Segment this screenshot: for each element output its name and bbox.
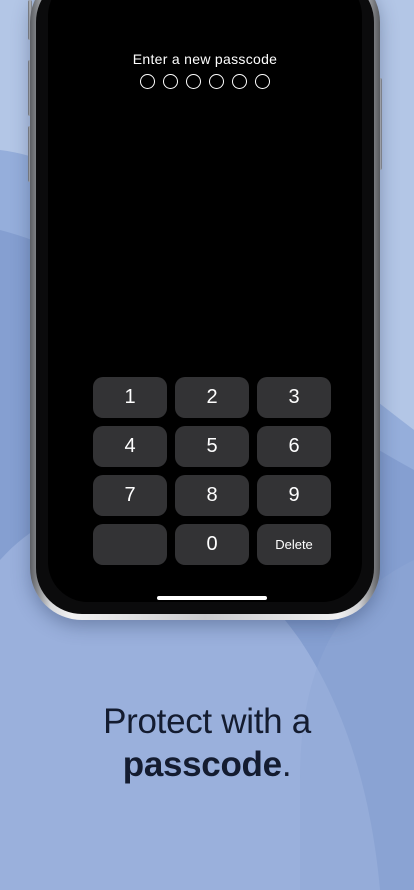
key-6[interactable]: 6	[257, 426, 331, 467]
promo-line-2: passcode.	[0, 743, 414, 786]
key-blank	[93, 524, 167, 565]
promo-headline: Protect with a passcode.	[0, 700, 414, 786]
passcode-dot	[209, 74, 224, 89]
promo-suffix: .	[281, 745, 292, 784]
home-indicator[interactable]	[157, 596, 267, 600]
key-4[interactable]: 4	[93, 426, 167, 467]
key-8[interactable]: 8	[175, 475, 249, 516]
key-9[interactable]: 9	[257, 475, 331, 516]
passcode-dot	[232, 74, 247, 89]
phone-bezel: Enter a new passcode 1 2 3 4 5 6 7 8 9 0…	[36, 0, 374, 614]
promo-line-1: Protect with a	[103, 702, 311, 741]
passcode-dot	[186, 74, 201, 89]
delete-button[interactable]: Delete	[257, 524, 331, 565]
keypad: 1 2 3 4 5 6 7 8 9 0 Delete	[93, 377, 331, 565]
passcode-dot	[255, 74, 270, 89]
key-5[interactable]: 5	[175, 426, 249, 467]
key-7[interactable]: 7	[93, 475, 167, 516]
passcode-dot	[163, 74, 178, 89]
passcode-prompt: Enter a new passcode	[132, 51, 278, 67]
key-1[interactable]: 1	[93, 377, 167, 418]
key-2[interactable]: 2	[175, 377, 249, 418]
promo-bold-word: passcode	[122, 745, 282, 784]
phone-screen: Enter a new passcode 1 2 3 4 5 6 7 8 9 0…	[48, 0, 362, 602]
key-3[interactable]: 3	[257, 377, 331, 418]
passcode-dots	[48, 74, 362, 89]
passcode-dot	[140, 74, 155, 89]
key-0[interactable]: 0	[175, 524, 249, 565]
phone-frame: Enter a new passcode 1 2 3 4 5 6 7 8 9 0…	[30, 0, 380, 620]
